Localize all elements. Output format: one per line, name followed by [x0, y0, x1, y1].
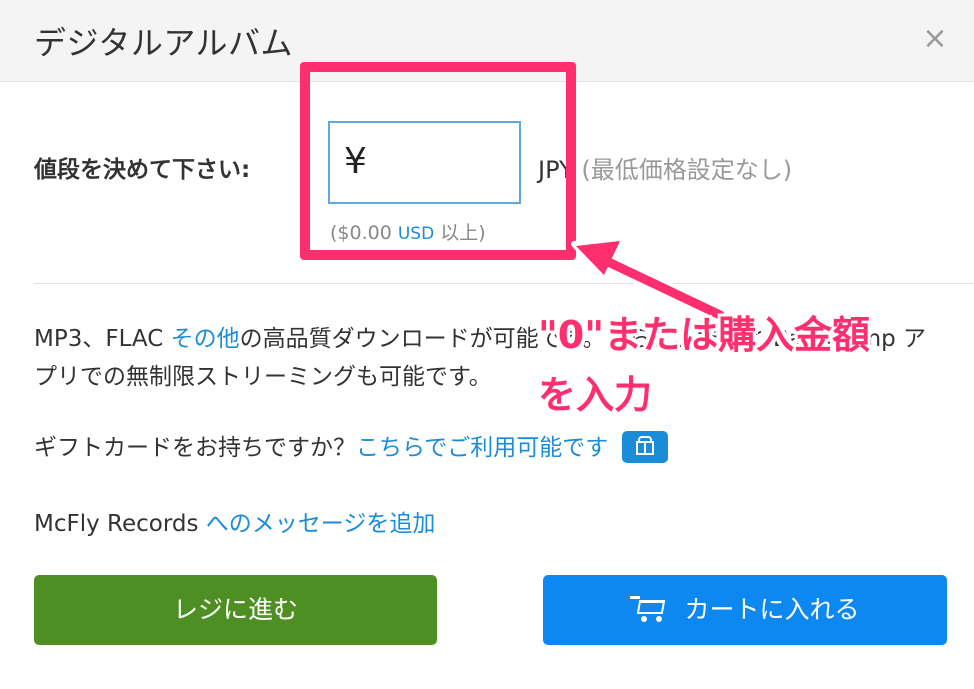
checkout-button[interactable]: レジに進む [34, 575, 437, 645]
add-message-link[interactable]: へのメッセージを追加 [206, 511, 436, 537]
dialog-title: デジタルアルバム [34, 24, 294, 62]
description-prefix: MP3、FLAC [34, 326, 164, 352]
annotation-highlight-box [300, 62, 576, 260]
currency-info: JPY (最低価格設定なし) [538, 150, 792, 185]
message-line: McFly Records へのメッセージを追加 [34, 504, 435, 538]
add-to-cart-button[interactable]: カートに入れる [543, 575, 947, 645]
annotation-line-1: "0"または購入金額 [538, 313, 871, 357]
close-icon[interactable]: × [918, 22, 952, 56]
divider [34, 283, 974, 284]
artist-name: McFly Records [34, 511, 199, 537]
other-formats-link[interactable]: その他 [171, 326, 240, 352]
checkout-button-label: レジに進む [172, 595, 298, 624]
price-label: 値段を決めて下さい: [34, 157, 251, 183]
gift-card-line: ギフトカードをお持ちですか？こちらでご利用可能です [34, 428, 668, 465]
currency-note: (最低価格設定なし) [581, 156, 793, 184]
cart-icon [630, 594, 666, 622]
gift-card-link[interactable]: こちらでご利用可能です [356, 435, 608, 461]
gift-icon[interactable] [621, 430, 668, 463]
annotation-line-2: を入力 [538, 373, 653, 417]
add-to-cart-label: カートに入れる [684, 595, 860, 624]
annotation-text: "0"または購入金額 を入力 [538, 305, 870, 425]
gift-question: ギフトカードをお持ちですか？ [34, 435, 356, 461]
